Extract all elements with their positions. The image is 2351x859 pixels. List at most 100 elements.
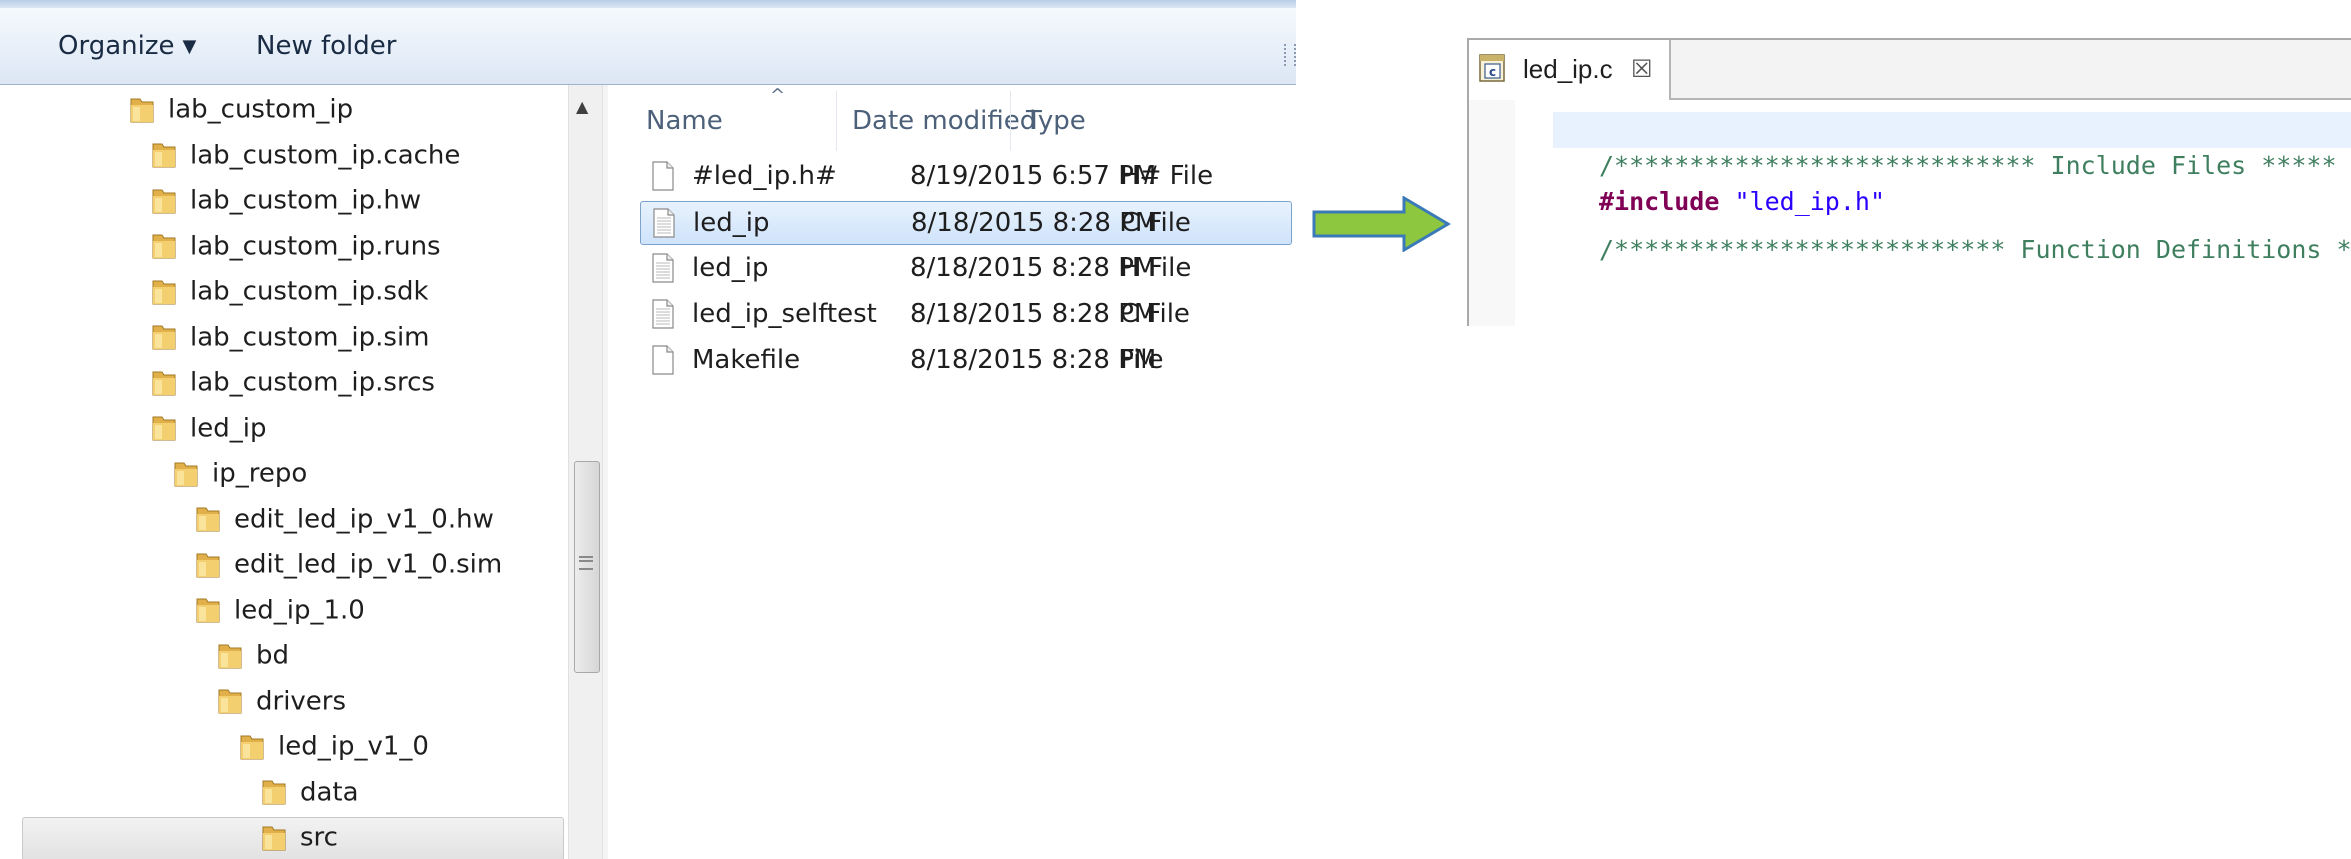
tab-led-ip-c[interactable]: c led_ip.c ☒ <box>1469 40 1671 100</box>
code-line-include-comment: /**************************** Include Fi… <box>1599 151 2337 180</box>
tree-item-label: bd <box>256 640 290 671</box>
file-type: File <box>1120 345 1164 375</box>
text-file-icon <box>652 299 674 329</box>
tree-item-label: ip_repo <box>212 458 308 489</box>
chevron-down-icon: ▼ <box>182 35 197 57</box>
tree-item-src[interactable]: src <box>260 817 338 857</box>
tree-item-label: edit_led_ip_v1_0.hw <box>234 504 494 534</box>
text-file-icon <box>653 208 675 238</box>
file-name: #led_ip.h# <box>692 161 837 191</box>
file-row[interactable]: Makefile 8/18/2015 8:28 PM File <box>640 339 1290 381</box>
tab-title: led_ip.c <box>1523 54 1613 84</box>
tree-item-label: lab_custom_ip.runs <box>190 231 441 261</box>
tree-item-bd[interactable]: bd <box>216 635 289 675</box>
file-name: led_ip_selftest <box>692 299 877 329</box>
include-keyword: #include <box>1599 187 1720 216</box>
window-top-strip <box>0 0 1296 8</box>
tree-item-led-ip[interactable]: led_ip <box>150 408 266 448</box>
folder-icon <box>216 641 244 671</box>
tree-item-label: lab_custom_ip <box>168 94 354 125</box>
tree-item-label: lab_custom_ip.srcs <box>190 367 435 398</box>
file-row[interactable]: led_ip 8/18/2015 8:28 PM H File <box>640 247 1290 289</box>
tree-item-lab-custom-ip-runs[interactable]: lab_custom_ip.runs <box>150 226 441 266</box>
folder-icon <box>150 368 178 398</box>
blank-file-icon <box>652 161 674 191</box>
folder-icon <box>238 732 266 762</box>
column-header-type[interactable]: Type <box>1026 93 1086 149</box>
tree-item-lab-custom-ip[interactable]: lab_custom_ip <box>128 89 353 129</box>
folder-icon <box>150 322 178 352</box>
tree-item-edit-led-ip-v1-0-sim[interactable]: edit_led_ip_v1_0.sim <box>194 544 502 584</box>
explorer-toolbar: Organize ▼ New folder <box>0 8 1296 85</box>
tree-item-label: lab_custom_ip.cache <box>190 140 461 170</box>
tree-item-label: src <box>300 822 338 853</box>
tree-item-label: lab_custom_ip.sim <box>190 322 430 352</box>
folder-icon <box>194 504 222 534</box>
file-type: H File <box>1120 253 1192 283</box>
navigation-scrollbar[interactable]: ▲ <box>568 85 603 859</box>
tree-item-label: lab_custom_ip.sdk <box>190 276 429 307</box>
folder-icon <box>150 231 178 261</box>
folder-icon <box>150 413 178 443</box>
code-area[interactable]: /**************************** Include Fi… <box>1515 100 2351 326</box>
folder-icon <box>128 95 156 125</box>
editor-gutter <box>1469 100 1516 326</box>
tree-item-ip-repo[interactable]: ip_repo <box>172 453 307 493</box>
tree-item-led-ip-v1-0[interactable]: led_ip_v1_0 <box>238 726 429 766</box>
column-header-date-modified[interactable]: Date modified <box>852 93 1036 149</box>
tree-item-label: lab_custom_ip.hw <box>190 185 422 216</box>
code-line-include: #include "led_ip.h" <box>1599 184 1885 220</box>
tree-item-led-ip-1-0[interactable]: led_ip_1.0 <box>194 590 365 630</box>
column-date-label: Date modified <box>852 106 1037 136</box>
code-editor: c led_ip.c ☒ /**************************… <box>1467 38 2351 326</box>
file-row[interactable]: #led_ip.h# 8/19/2015 6:57 PM H# File <box>640 155 1290 197</box>
folder-icon <box>150 140 178 170</box>
folder-icon <box>216 686 244 716</box>
current-line-highlight <box>1553 112 2351 148</box>
file-row[interactable]: led_ip 8/18/2015 8:28 PM C File <box>640 201 1292 245</box>
close-tab-icon[interactable]: ☒ <box>1631 40 1653 98</box>
file-type: H# File <box>1120 161 1214 191</box>
column-header-name[interactable]: Name <box>646 93 723 149</box>
tree-item-lab-custom-ip-sim[interactable]: lab_custom_ip.sim <box>150 317 430 357</box>
tree-item-lab-custom-ip-srcs[interactable]: lab_custom_ip.srcs <box>150 362 435 402</box>
folder-icon <box>260 823 288 853</box>
column-name-label: Name <box>646 106 723 136</box>
file-name: led_ip <box>692 253 769 283</box>
tree-item-edit-led-ip-v1-0-hw[interactable]: edit_led_ip_v1_0.hw <box>194 499 494 539</box>
text-file-icon <box>652 253 674 283</box>
tree-item-lab-custom-ip-hw[interactable]: lab_custom_ip.hw <box>150 180 421 220</box>
folder-icon <box>150 186 178 216</box>
folder-icon <box>194 595 222 625</box>
scrollbar-thumb[interactable] <box>574 461 600 673</box>
blank-file-icon <box>652 345 674 375</box>
file-type: C File <box>1121 208 1191 238</box>
file-row[interactable]: led_ip_selftest 8/18/2015 8:28 PM C File <box>640 293 1290 335</box>
column-separator[interactable] <box>836 91 837 151</box>
file-name: led_ip <box>693 208 770 238</box>
sort-ascending-icon: ^ <box>770 85 786 106</box>
tree-item-label: drivers <box>256 686 347 716</box>
folder-icon <box>260 777 288 807</box>
tree-item-drivers[interactable]: drivers <box>216 681 346 721</box>
tree-item-label: edit_led_ip_v1_0.sim <box>234 549 503 580</box>
arrow-shape <box>1312 196 1451 252</box>
include-filename: "led_ip.h" <box>1734 187 1885 216</box>
tree-item-lab-custom-ip-sdk[interactable]: lab_custom_ip.sdk <box>150 271 429 311</box>
editor-tab-bar: c led_ip.c ☒ <box>1469 40 2351 100</box>
tree-item-lab-custom-ip-cache[interactable]: lab_custom_ip.cache <box>150 135 460 175</box>
scroll-up-arrow-icon[interactable]: ▲ <box>576 97 588 116</box>
tree-item-label: data <box>300 777 359 807</box>
tree-item-label: led_ip_v1_0 <box>278 731 429 762</box>
tree-item-label: led_ip <box>190 413 267 443</box>
file-explorer-window: Organize ▼ New folder lab_custom_ip lab_cu… <box>0 0 1296 859</box>
organize-label: Organize <box>58 31 175 61</box>
green-right-arrow-icon <box>1312 196 1451 252</box>
tree-item-data[interactable]: data <box>260 772 359 812</box>
file-name: Makefile <box>692 345 801 375</box>
new-folder-button[interactable]: New folder <box>256 28 396 64</box>
column-separator[interactable] <box>1010 91 1011 151</box>
code-line-function-comment: /************************** Function Def… <box>1599 235 2351 264</box>
toolbar-overflow-grip[interactable] <box>1284 44 1296 66</box>
organize-button[interactable]: Organize ▼ <box>58 28 196 64</box>
